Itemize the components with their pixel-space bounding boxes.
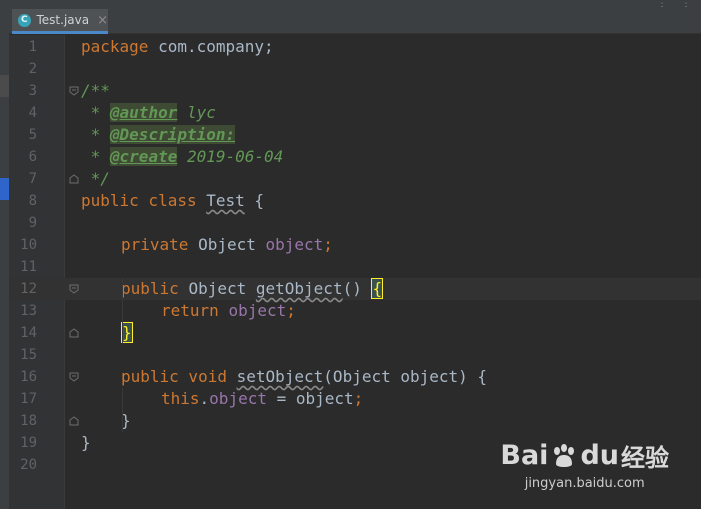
code-line[interactable]: 13 return object; [9, 300, 701, 322]
code-text: /** [81, 81, 110, 100]
line-number: 6 [28, 149, 37, 165]
code-line[interactable]: 11 [9, 256, 701, 278]
code-text: * @author lyc [81, 103, 216, 122]
line-number: 12 [20, 281, 37, 297]
left-tool-strip [0, 0, 9, 509]
code-text: } [81, 433, 91, 452]
line-number: 15 [20, 347, 37, 363]
line-number: 4 [28, 105, 37, 121]
indent-guide [122, 278, 123, 344]
code-line[interactable]: 15 [9, 344, 701, 366]
paw-icon [554, 443, 575, 467]
code-text: * @Description: [81, 125, 236, 144]
code-text: private Object object; [121, 235, 333, 254]
code-line[interactable]: 2 [9, 58, 701, 80]
code-text: */ [81, 169, 110, 188]
line-number: 2 [28, 61, 37, 77]
watermark-url: jingyan.baidu.com [524, 476, 645, 491]
watermark-logo: Bai du 经验 [500, 440, 669, 472]
code-text: package com.company; [81, 37, 274, 56]
strip-marker-active[interactable] [0, 178, 9, 200]
code-line[interactable]: 4 * @author lyc [9, 102, 701, 124]
matched-brace: { [371, 278, 384, 299]
close-icon[interactable]: × [97, 13, 108, 28]
code-line[interactable]: 3 /** [9, 80, 701, 102]
line-number: 11 [20, 259, 37, 275]
code-line[interactable]: 17 this.object = object; [9, 388, 701, 410]
line-number: 17 [20, 391, 37, 407]
line-number: 10 [20, 237, 37, 253]
line-number: 19 [20, 435, 37, 451]
code-line[interactable]: 5 * @Description: [9, 124, 701, 146]
fold-start-icon[interactable] [69, 372, 79, 382]
code-text: public class Test { [81, 191, 265, 210]
line-number: 1 [28, 39, 37, 55]
code-line-current[interactable]: 12 public Object getObject() { [9, 278, 701, 300]
tab-label: Test.java [36, 13, 90, 27]
code-line[interactable]: 16 public void setObject(Object object) … [9, 366, 701, 388]
code-line[interactable]: 9 [9, 212, 701, 234]
fold-end-icon[interactable] [69, 328, 79, 338]
line-number: 13 [20, 303, 37, 319]
fold-end-icon[interactable] [69, 416, 79, 426]
line-number: 18 [20, 413, 37, 429]
code-text: public void setObject(Object object) { [121, 367, 488, 386]
code-text: public Object getObject() { [121, 278, 384, 299]
code-line[interactable]: 7 */ [9, 168, 701, 190]
code-line[interactable]: 18 } [9, 410, 701, 432]
line-number: 16 [20, 369, 37, 385]
indent-guide [122, 388, 123, 432]
line-number: 5 [28, 127, 37, 143]
code-text: * @create 2019-06-04 [81, 147, 284, 166]
tab-test-java[interactable]: C Test.java × [12, 9, 108, 34]
line-number: 14 [20, 325, 37, 341]
editor-tab-bar: C Test.java × ⋮ ⋮ [9, 0, 701, 34]
fold-end-icon[interactable] [69, 174, 79, 184]
line-number: 7 [28, 171, 37, 187]
code-line[interactable]: 8 public class Test { [9, 190, 701, 212]
baidu-jingyan-watermark: Bai du 经验 jingyan.baidu.com [500, 438, 669, 491]
java-class-icon: C [18, 13, 31, 27]
code-line[interactable]: 10 private Object object; [9, 234, 701, 256]
strip-marker [0, 75, 9, 97]
code-text: this.object = object; [161, 389, 364, 408]
line-number: 3 [28, 83, 37, 99]
fold-start-icon[interactable] [69, 86, 79, 96]
line-number: 9 [28, 215, 37, 231]
code-line[interactable]: 14 } [9, 322, 701, 344]
code-line[interactable]: 6 * @create 2019-06-04 [9, 146, 701, 168]
line-number: 20 [20, 457, 37, 473]
code-line[interactable]: 1 package com.company; [9, 36, 701, 58]
fold-start-icon[interactable] [69, 284, 79, 294]
line-number: 8 [28, 193, 37, 209]
tab-overflow-icon[interactable]: ⋮ ⋮ [657, 0, 695, 9]
code-text: return object; [161, 301, 296, 320]
